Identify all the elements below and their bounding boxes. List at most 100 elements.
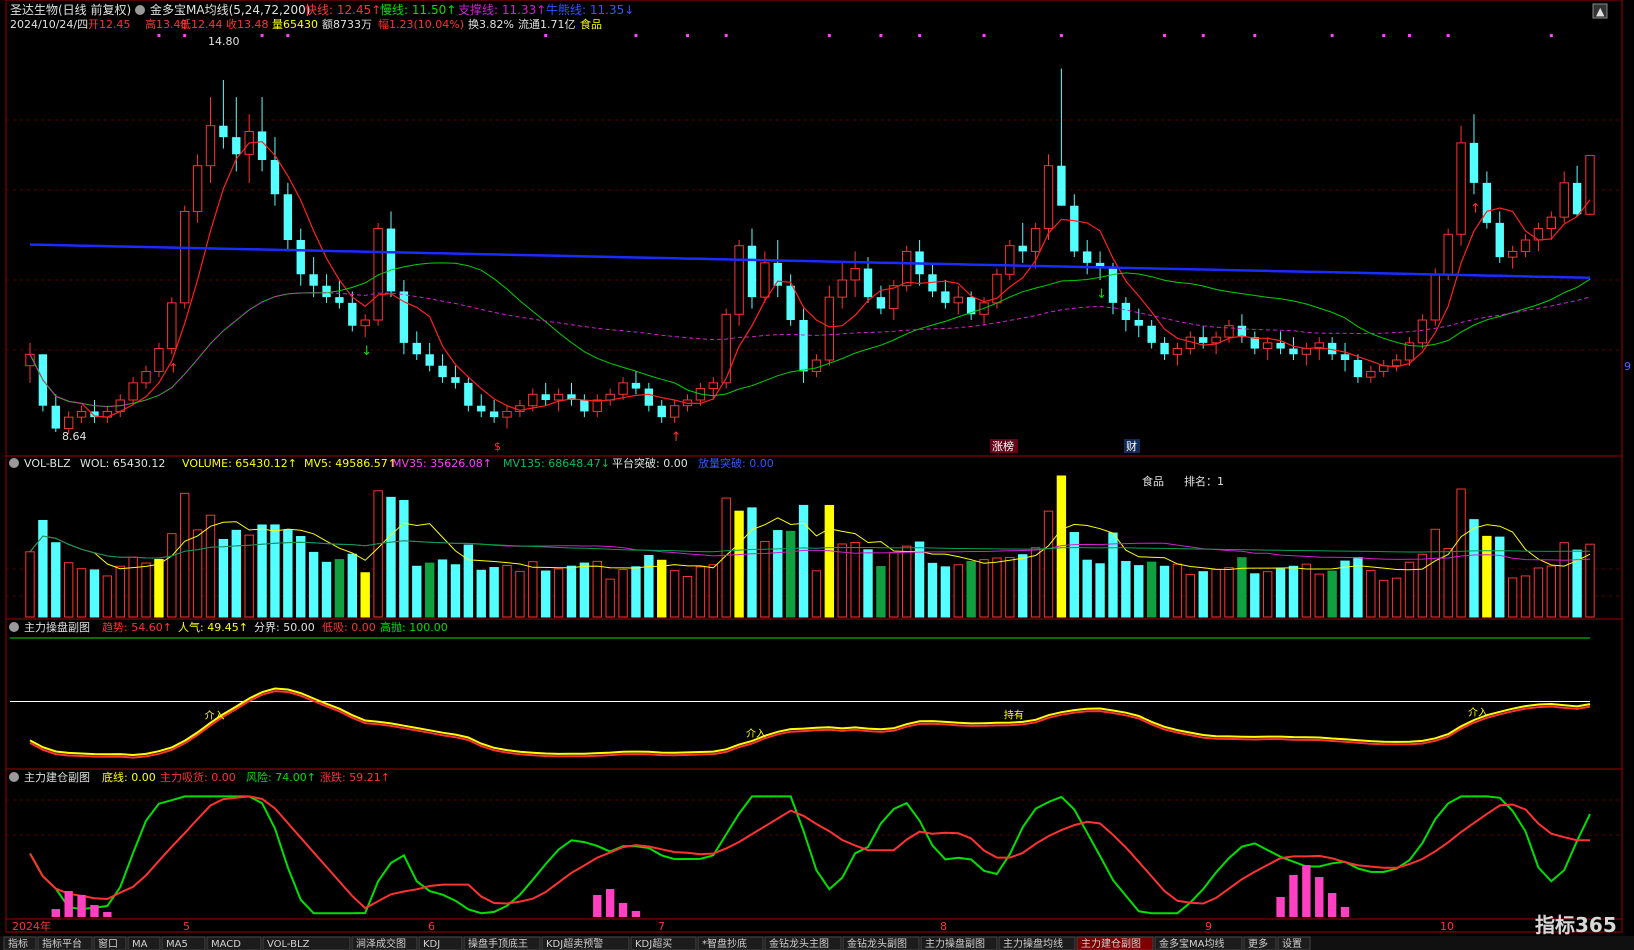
- chart-canvas[interactable]: ↑↑↑↓↓ 介入介入持有 介入 圣达生物(日线 前复权) 金多宝MA均线(5,24…: [0, 0, 1634, 950]
- ctrl-settings-icon[interactable]: [9, 622, 19, 632]
- volume-bar: [360, 572, 370, 618]
- candle-body: [438, 365, 447, 378]
- candle-body: [1134, 320, 1143, 326]
- buy-arrow-icon: ↑: [1470, 201, 1481, 216]
- bottom-tab-label[interactable]: KDJ超卖预警: [546, 937, 603, 950]
- candle-body: [760, 262, 770, 298]
- rank-label: 排名：1: [1184, 474, 1224, 488]
- volume-bar: [321, 561, 332, 618]
- volume-bar: [773, 530, 783, 618]
- volume-bar: [1172, 563, 1183, 618]
- candle-body: [669, 405, 680, 418]
- candle-body: [412, 342, 421, 355]
- bottom-tab-label[interactable]: 主力建仓副图: [1081, 937, 1141, 950]
- volume-bar: [1430, 528, 1440, 618]
- candle-body: [1585, 154, 1595, 215]
- build-rise: 涨跌: 59.21↑: [320, 770, 390, 784]
- candle-body: [1083, 251, 1092, 263]
- bottom-tab-label[interactable]: *智盘抄底: [702, 937, 747, 950]
- candle-body: [399, 291, 409, 343]
- volume-bar: [837, 543, 847, 618]
- volume-bar: [270, 524, 280, 618]
- month-axis: 2024年 5 6 7 8 9 10: [12, 919, 1454, 933]
- vol-mv35: MV35: 35626.08↑: [392, 457, 492, 470]
- ctrl-pop: 人气: 49.45↑: [178, 620, 248, 634]
- bottom-tab-label[interactable]: 设置: [1282, 938, 1302, 950]
- candle-body: [386, 228, 396, 292]
- candle-body: [953, 296, 963, 304]
- candle-body: [592, 399, 602, 412]
- volume-bar: [1095, 563, 1105, 618]
- axis-month-label: 10: [1440, 920, 1454, 933]
- axis-month-label: 7: [658, 920, 665, 933]
- bottom-tab-label[interactable]: 金钻龙头副图: [847, 937, 907, 950]
- volume-bar: [785, 530, 796, 618]
- header-date: 2024/10/24/四: [10, 18, 88, 31]
- build-settings-icon[interactable]: [9, 772, 19, 782]
- bottom-tab-label[interactable]: 窗口: [98, 937, 118, 950]
- candle-body: [489, 411, 499, 418]
- event-tag-dollar[interactable]: $: [494, 440, 501, 453]
- volume-bar: [437, 559, 448, 618]
- build-base: 底线: 0.00: [102, 770, 156, 784]
- candle-body: [1301, 348, 1312, 355]
- candle-body: [1262, 342, 1273, 350]
- candle-body: [1005, 245, 1015, 275]
- bottom-tab-label[interactable]: 主力操盘副图: [925, 937, 985, 950]
- bottom-tab-label[interactable]: MA5: [166, 939, 188, 950]
- absorb-bar: [1315, 877, 1324, 917]
- bottom-tab-label[interactable]: 金钻龙头主图: [769, 937, 829, 950]
- volume-bar: [205, 514, 216, 618]
- volume-bar: [218, 539, 229, 618]
- event-tag-finance[interactable]: 财: [1126, 439, 1137, 453]
- bottom-tab-label[interactable]: 指标: [8, 937, 28, 950]
- volume-bar: [1379, 579, 1389, 618]
- volume-bar: [734, 510, 744, 618]
- candle-body: [902, 250, 912, 287]
- volume-bar: [1288, 565, 1299, 618]
- bottom-tab-label[interactable]: VOL-BLZ: [267, 939, 310, 950]
- bottom-tab-label[interactable]: 操盘手顶底王: [468, 937, 528, 950]
- header-turnover: 换3.82%: [468, 17, 514, 31]
- candle-body: [1289, 348, 1298, 355]
- bottom-tab-label[interactable]: 更多: [1248, 937, 1268, 950]
- absorb-bar: [618, 903, 628, 917]
- bottom-tab-label[interactable]: KDJ超买: [635, 937, 672, 950]
- bottom-tab-label[interactable]: 主力操盘均线: [1003, 937, 1063, 950]
- candle-body: [824, 296, 835, 361]
- event-tag-limitup[interactable]: 涨榜: [992, 439, 1014, 453]
- signal-dot: [1549, 34, 1553, 37]
- bottom-tab-label[interactable]: KDJ: [423, 939, 440, 950]
- volume-bar: [1340, 560, 1350, 618]
- candle-body: [1057, 165, 1066, 206]
- candle-body: [464, 382, 473, 406]
- bottom-tab-label[interactable]: 金多宝MA均线: [1159, 937, 1224, 950]
- bottom-tab-label[interactable]: MACD: [211, 939, 241, 950]
- candle-body: [128, 382, 138, 401]
- candle-body: [296, 240, 305, 275]
- settings-dot-icon[interactable]: [135, 5, 145, 15]
- vol-mv135: MV135: 68648.47↓: [503, 457, 610, 470]
- volume-bar: [89, 569, 100, 618]
- bottom-tab-label[interactable]: 涧泽成交图: [356, 937, 406, 950]
- volume-bar: [1030, 547, 1041, 618]
- candle-body: [348, 302, 357, 326]
- buy-arrow-icon: ↑: [168, 361, 179, 376]
- vol-settings-icon[interactable]: [9, 458, 19, 468]
- rank-sector: 食品: [1142, 474, 1164, 488]
- volume-bar: [63, 562, 74, 618]
- ma-lines: ↑ ↑ ↑ ↓ ↓: [29, 34, 1591, 445]
- build-title: 主力建仓副图: [24, 770, 90, 784]
- candle-body: [708, 382, 718, 390]
- volume-bar: [592, 560, 602, 618]
- buy-arrow-icon: ↑: [671, 430, 682, 445]
- volume-bar: [115, 565, 125, 618]
- vol-title: VOL-BLZ: [24, 457, 71, 470]
- candle-body: [1147, 325, 1156, 343]
- bottom-tab-label[interactable]: MA: [132, 939, 148, 950]
- volume-bar: [1520, 575, 1531, 618]
- candle-body: [553, 393, 564, 401]
- bottom-tab-label[interactable]: 指标平台: [42, 937, 82, 950]
- volume-bar: [914, 541, 925, 618]
- build-absorb: 主力吸货: 0.00: [160, 770, 236, 784]
